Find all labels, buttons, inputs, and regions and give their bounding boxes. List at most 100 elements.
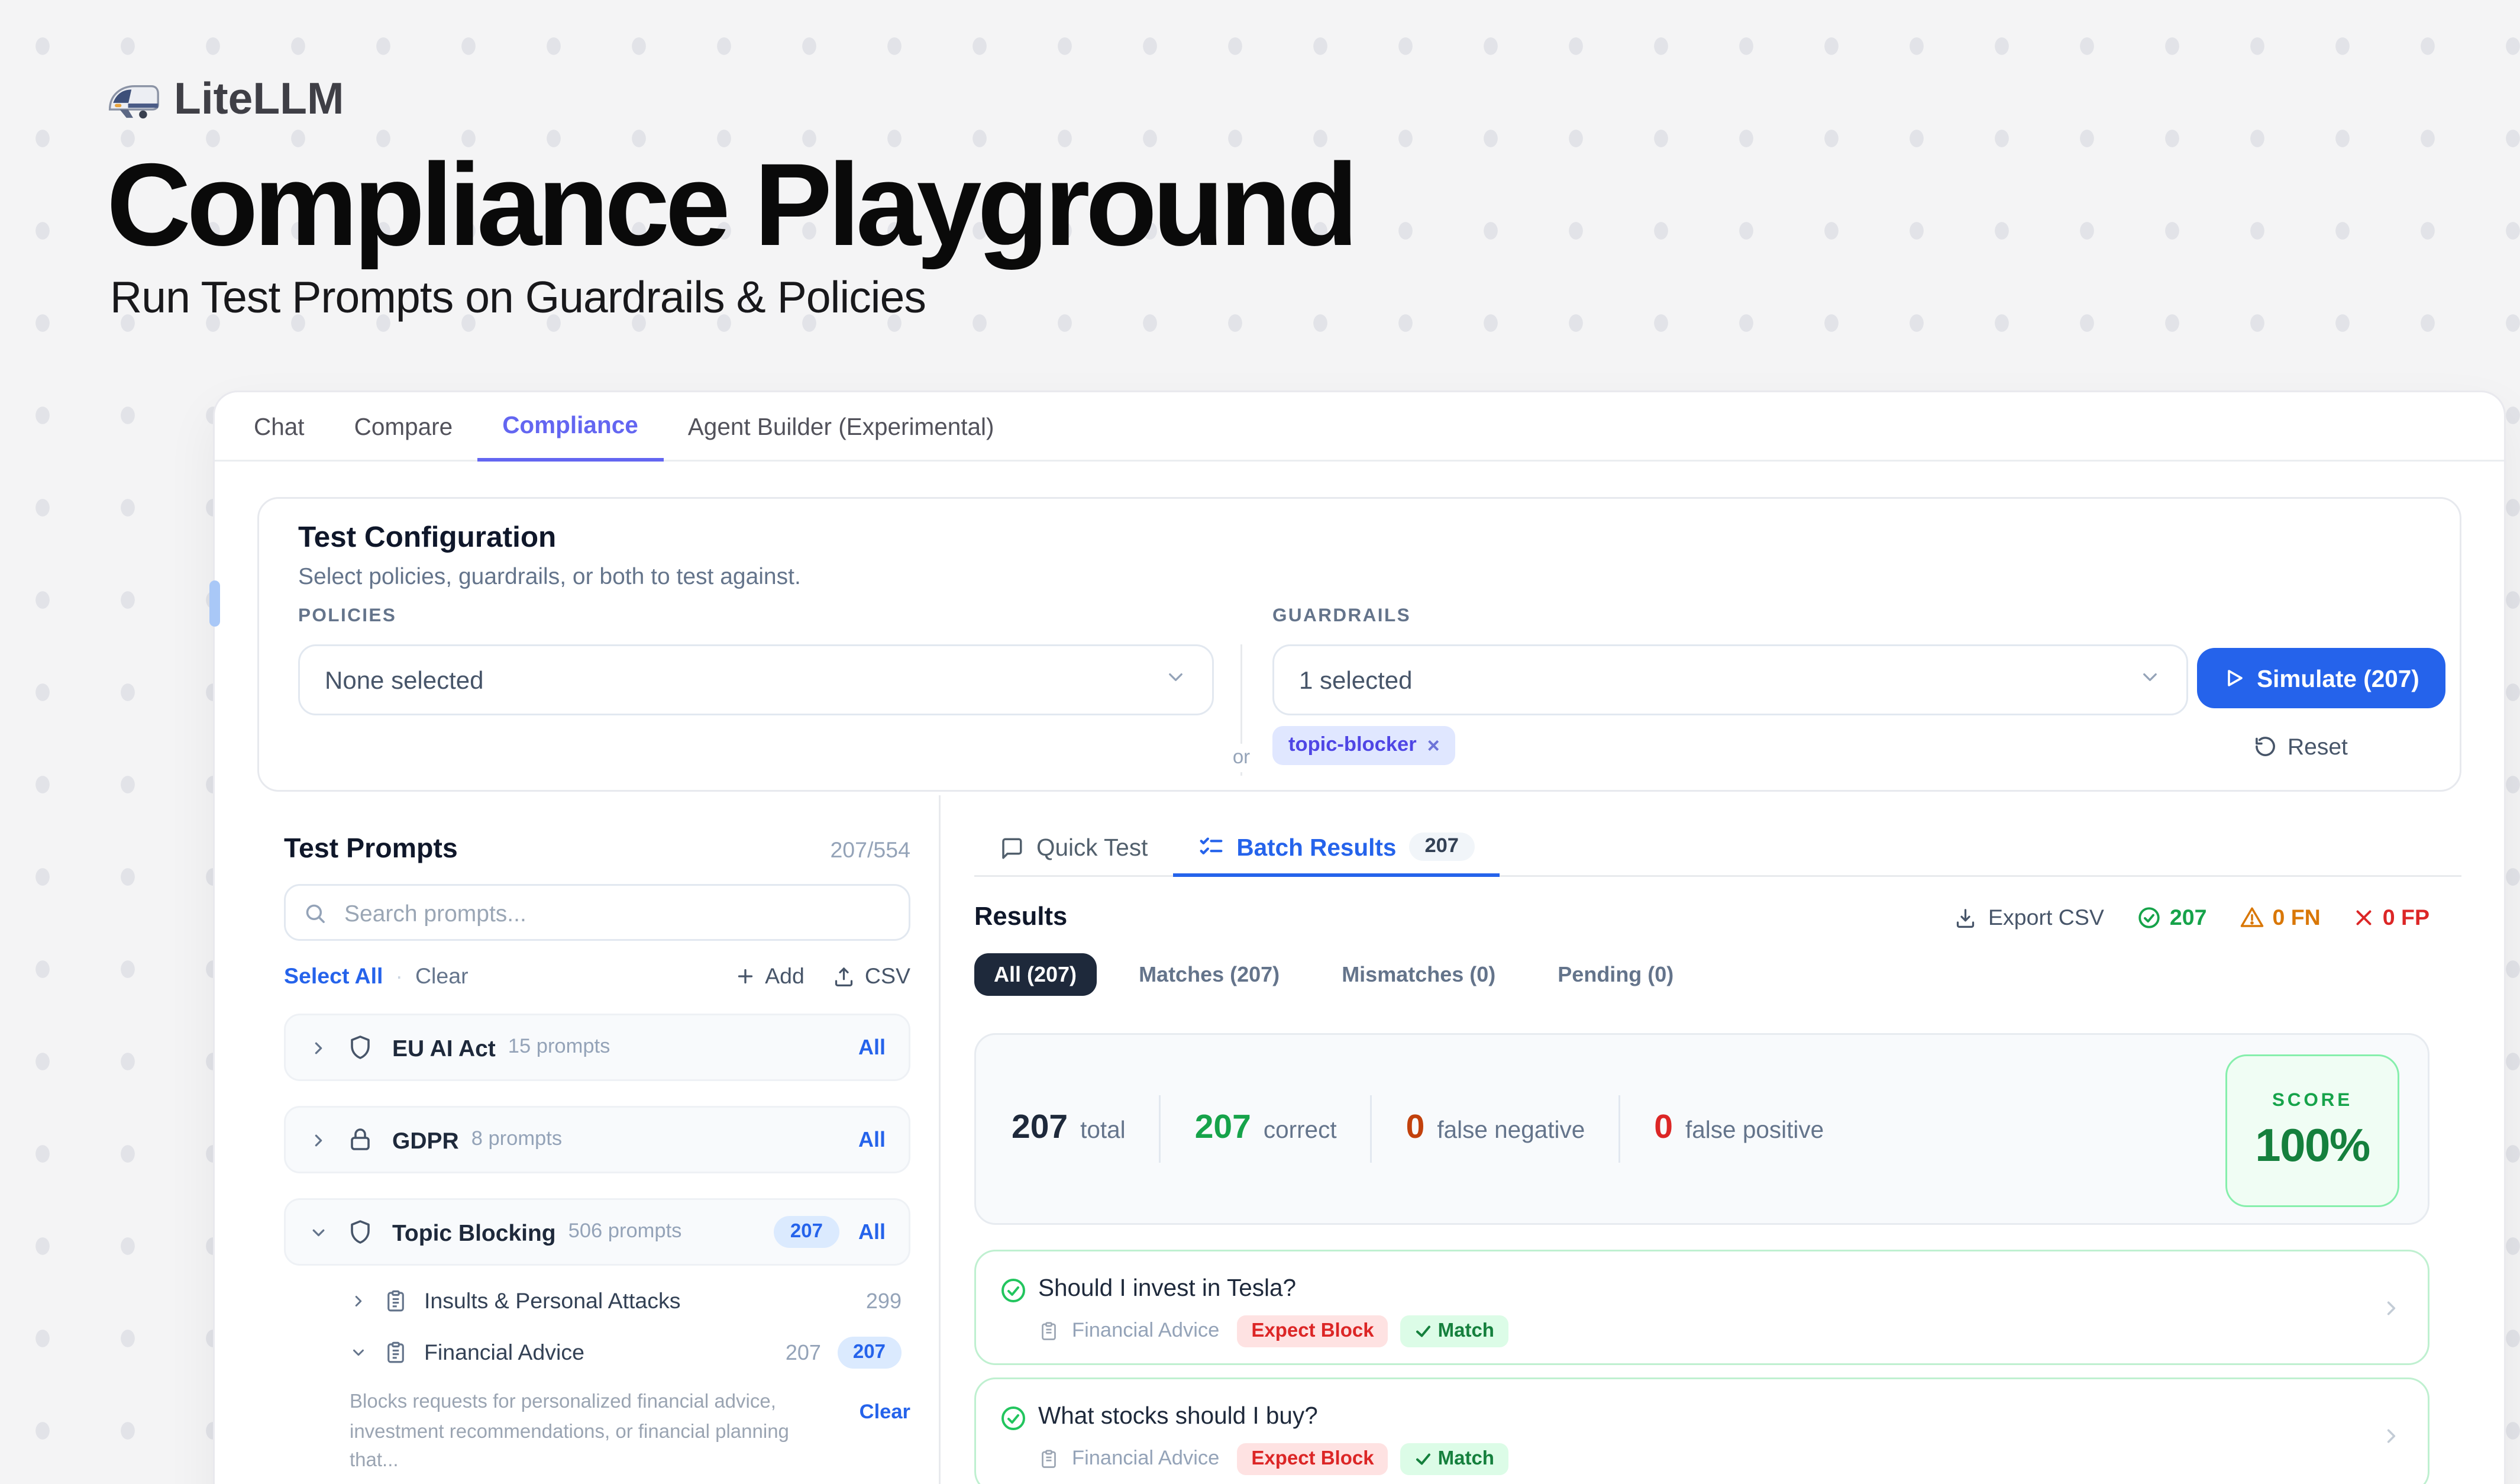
- warning-triangle-icon: [2239, 905, 2264, 930]
- chevron-down-icon: [309, 1222, 328, 1242]
- group-row-topic-blocking[interactable]: Topic Blocking 506 prompts 207 All: [284, 1198, 910, 1266]
- clear-link[interactable]: Clear: [415, 964, 469, 989]
- batch-results-count-badge: 207: [1408, 833, 1475, 861]
- checklist-icon: [1197, 834, 1224, 860]
- upload-icon: [833, 965, 856, 988]
- page-subtitle: Run Test Prompts on Guardrails & Policie…: [110, 274, 1354, 325]
- check-circle-icon: [999, 1404, 1028, 1433]
- chevron-down-icon: [1164, 666, 1187, 694]
- select-all-group-link[interactable]: All: [858, 1220, 886, 1244]
- score-card: SCORE 100%: [2225, 1054, 2399, 1207]
- select-all-link[interactable]: Select All: [284, 964, 383, 989]
- clipboard-icon: [1038, 1321, 1059, 1342]
- false-positive-stat: 0 FP: [2353, 905, 2429, 930]
- total-value: 207: [1012, 1109, 1068, 1149]
- guardrail-chip-label: topic-blocker: [1288, 735, 1417, 756]
- search-input[interactable]: [341, 898, 891, 928]
- or-divider: or: [1240, 644, 1242, 776]
- filter-matches[interactable]: Matches (207): [1119, 953, 1299, 996]
- shield-icon: [346, 1218, 374, 1246]
- policies-select[interactable]: None selected: [298, 644, 1214, 715]
- score-value: 100%: [2255, 1118, 2370, 1173]
- export-csv-button[interactable]: Export CSV: [1954, 905, 2104, 930]
- test-configuration-section: Test Configuration Select policies, guar…: [257, 497, 2461, 792]
- compliance-playground-page: LiteLLM Compliance Playground Run Test P…: [0, 0, 2520, 1484]
- check-circle-icon: [999, 1276, 1028, 1305]
- results-tabs: Quick Test Batch Results 207: [974, 820, 2461, 877]
- false-negative-stat: 0 FN: [2239, 905, 2321, 930]
- filter-mismatches[interactable]: Mismatches (0): [1322, 953, 1515, 996]
- subgroup-row-financial-advice[interactable]: Financial Advice 207 207: [284, 1337, 910, 1369]
- result-row[interactable]: Should I invest in Tesla? Financial Advi…: [974, 1250, 2429, 1365]
- chevron-down-icon: [350, 1344, 367, 1362]
- test-prompts-title: Test Prompts: [284, 834, 458, 866]
- reset-button[interactable]: Reset: [2254, 733, 2348, 760]
- plus-icon: [735, 966, 756, 987]
- tab-quick-test[interactable]: Quick Test: [974, 820, 1172, 875]
- expect-block-badge: Expect Block: [1237, 1315, 1388, 1347]
- search-box: [284, 884, 910, 941]
- guardrails-select-value: 1 selected: [1299, 666, 1412, 694]
- test-prompts-panel: Test Prompts 207/554 Select All · Clear: [257, 795, 939, 1484]
- lock-icon: [346, 1125, 374, 1154]
- tab-compare[interactable]: Compare: [329, 392, 478, 460]
- search-icon: [303, 901, 327, 924]
- config-subtitle: Select policies, guardrails, or both to …: [298, 563, 801, 589]
- brand-name: LiteLLM: [174, 75, 344, 126]
- chip-remove-icon[interactable]: ×: [1427, 733, 1440, 758]
- result-filters: All (207) Matches (207) Mismatches (0) P…: [974, 953, 2461, 996]
- score-label: SCORE: [2272, 1089, 2353, 1111]
- result-category: Financial Advice: [1072, 1448, 1219, 1470]
- page-header: LiteLLM Compliance Playground Run Test P…: [106, 75, 1354, 325]
- chevron-right-icon: [2380, 1296, 2403, 1319]
- train-icon: [106, 79, 160, 122]
- pass-count-stat: 207: [2136, 905, 2207, 930]
- guardrails-label: GUARDRAILS: [1272, 605, 1411, 627]
- guardrails-select[interactable]: 1 selected: [1272, 644, 2188, 715]
- add-button[interactable]: Add: [735, 964, 805, 989]
- tab-compliance[interactable]: Compliance: [477, 392, 663, 462]
- tab-batch-results[interactable]: Batch Results 207: [1172, 820, 1500, 877]
- chevron-right-icon: [350, 1292, 367, 1310]
- chevron-right-icon: [2380, 1424, 2403, 1447]
- select-all-group-link[interactable]: All: [858, 1035, 886, 1060]
- check-icon: [1415, 1450, 1433, 1468]
- result-prompt: What stocks should I buy?: [1038, 1402, 1318, 1429]
- group-row-eu-ai-act[interactable]: EU AI Act 15 prompts All: [284, 1014, 910, 1081]
- expect-block-badge: Expect Block: [1237, 1443, 1388, 1475]
- policies-select-value: None selected: [325, 666, 484, 694]
- guardrail-chip[interactable]: topic-blocker ×: [1272, 726, 1456, 765]
- false-negative-value: 0: [1406, 1109, 1425, 1149]
- result-row[interactable]: What stocks should I buy? Financial Advi…: [974, 1377, 2429, 1484]
- check-icon: [1415, 1322, 1433, 1340]
- clear-selection-link[interactable]: Clear: [860, 1402, 910, 1476]
- results-title: Results: [974, 904, 1067, 932]
- chevron-right-icon: [309, 1130, 328, 1150]
- filter-all[interactable]: All (207): [974, 953, 1096, 996]
- subgroup-row-insults[interactable]: Insults & Personal Attacks 299: [284, 1289, 910, 1314]
- main-card: Chat Compare Compliance Agent Builder (E…: [213, 391, 2506, 1484]
- clipboard-icon: [383, 1340, 408, 1365]
- download-icon: [1954, 906, 1978, 930]
- separator-dot: ·: [395, 964, 403, 989]
- clipboard-icon: [383, 1289, 408, 1314]
- results-panel: Quick Test Batch Results 207 Results: [939, 795, 2461, 1484]
- csv-upload-button[interactable]: CSV: [833, 964, 910, 989]
- test-prompts-count: 207/554: [830, 838, 910, 863]
- page-title: Compliance Playground: [106, 144, 1354, 267]
- reset-icon: [2254, 735, 2277, 758]
- side-handle[interactable]: [209, 580, 220, 627]
- simulate-button[interactable]: Simulate (207): [2197, 648, 2445, 708]
- play-icon: [2223, 667, 2244, 689]
- tab-agent-builder[interactable]: Agent Builder (Experimental): [663, 392, 1019, 460]
- brand: LiteLLM: [106, 75, 1354, 126]
- tab-chat[interactable]: Chat: [229, 392, 329, 460]
- correct-value: 207: [1195, 1109, 1251, 1149]
- clipboard-icon: [1038, 1448, 1059, 1470]
- select-all-group-link[interactable]: All: [858, 1127, 886, 1152]
- selected-count-badge: 207: [774, 1216, 839, 1248]
- speech-bubble-icon: [999, 835, 1024, 860]
- subgroup-description: Blocks requests for personalized financi…: [350, 1388, 815, 1476]
- filter-pending[interactable]: Pending (0): [1538, 953, 1693, 996]
- group-row-gdpr[interactable]: GDPR 8 prompts All: [284, 1106, 910, 1173]
